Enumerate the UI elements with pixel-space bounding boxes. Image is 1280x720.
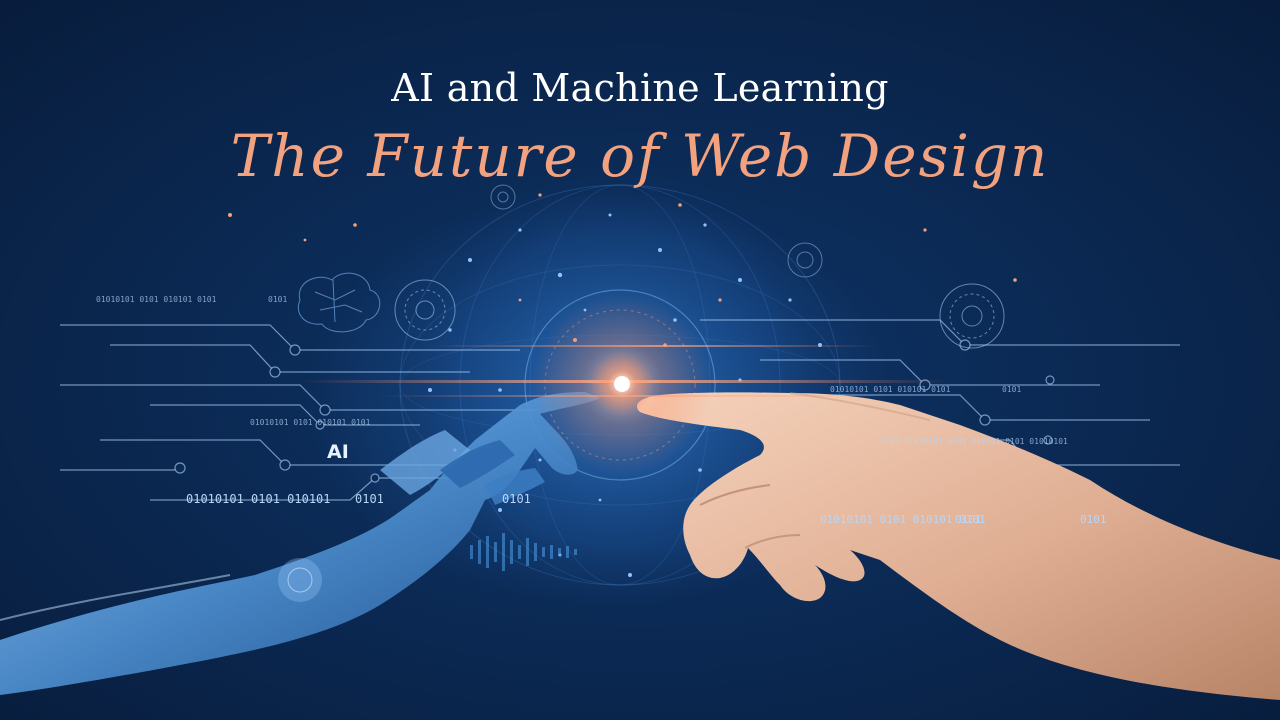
brain-icon xyxy=(298,272,381,333)
binary-text-right-bottom-3: 0101 xyxy=(1080,513,1107,526)
binary-text-right-top: 01010101 0101 010101 0101 xyxy=(830,385,951,394)
hero-banner: 01010101 0101 010101 0101 0101 01010101 … xyxy=(0,0,1280,720)
binary-text-left-bottom-2: 0101 xyxy=(355,492,384,506)
binary-text-left-mid: 01010101 0101 010101 0101 xyxy=(250,418,371,427)
binary-text-left-bottom-3: 0101 xyxy=(502,492,531,506)
title-heading: AI and Machine Learning xyxy=(391,66,889,110)
binary-text-right-top-2: 0101 xyxy=(1002,385,1021,394)
binary-text-right-bottom-2: 0101 xyxy=(955,513,982,526)
title-subheading: The Future of Web Design xyxy=(230,122,1050,190)
target-circle-right-icon xyxy=(939,283,1005,349)
touch-glow xyxy=(532,294,712,474)
binary-text-left-top: 01010101 0101 010101 0101 xyxy=(96,295,217,304)
binary-text-left-bottom: 01010101 0101 010101 xyxy=(186,492,331,506)
binary-text-right-mid: 0101 01010101 0101 010101 0101 01010101 xyxy=(880,437,1068,446)
ai-label: AI xyxy=(327,441,349,463)
binary-text-left-small: 0101 xyxy=(268,295,287,304)
